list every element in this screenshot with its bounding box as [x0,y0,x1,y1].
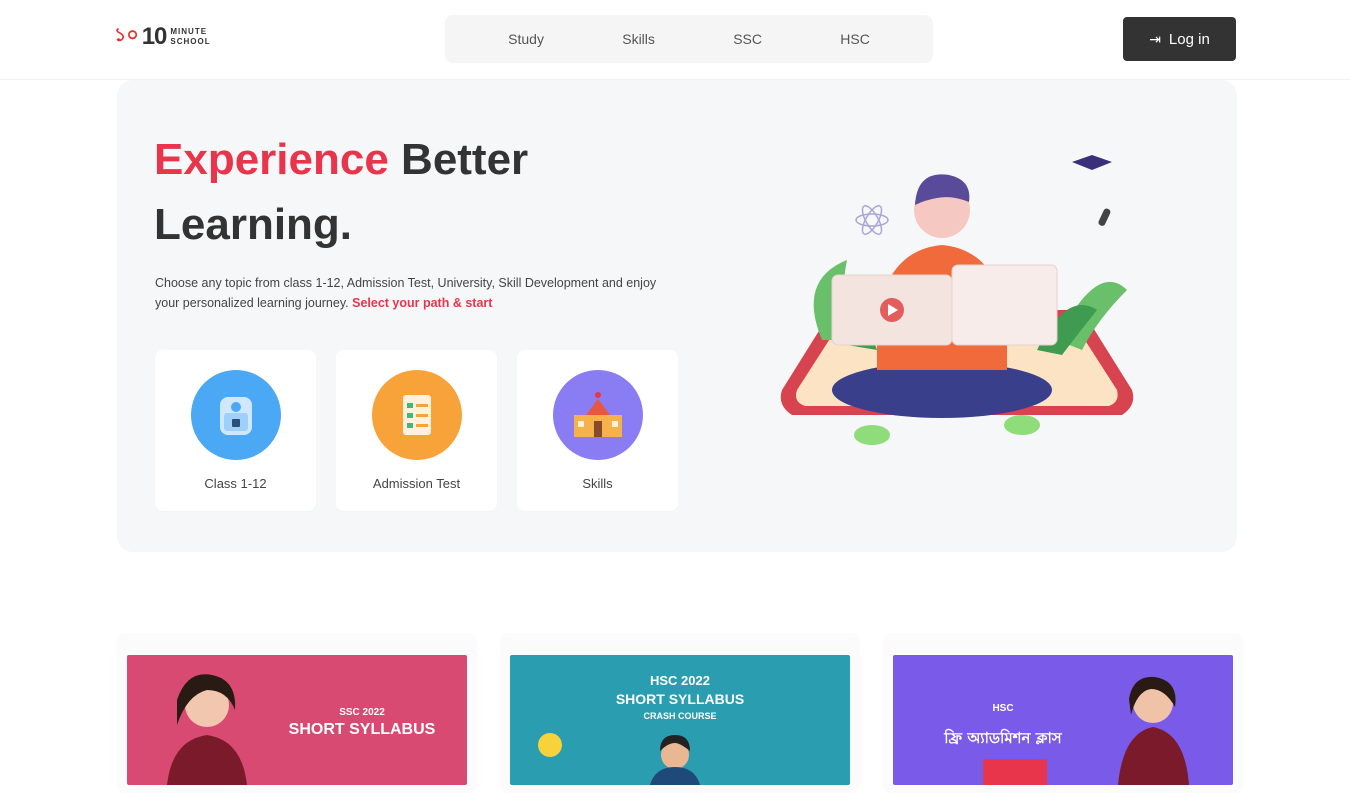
nav-hsc[interactable]: HSC [840,31,870,47]
course-cards: SSC 2022 SHORT SYLLABUS HSC 2022 SHORT S… [117,633,1243,793]
category-card-admission[interactable]: Admission Test [336,350,497,511]
category-cards: Class 1-12 Admission Test Skills [155,350,678,511]
logo-word-minute: MINUTE [170,27,208,36]
course-banner: HSC ফ্রি অ্যাডমিশন ক্লাস [893,655,1233,785]
course-card-hsc[interactable]: HSC 2022 SHORT SYLLABUS CRASH COURSE [500,633,860,793]
login-button[interactable]: ⇥ Log in [1123,17,1236,61]
logo-number: 10 [141,23,168,50]
hero-section: Experience Better Learning. Choose any t… [117,80,1237,552]
course-card-ssc[interactable]: SSC 2022 SHORT SYLLABUS [117,633,477,793]
category-card-skills[interactable]: Skills [517,350,678,511]
category-card-class[interactable]: Class 1-12 [155,350,316,511]
instructor-photo [983,676,1189,785]
university-building-icon [552,370,643,460]
nav-study[interactable]: Study [508,31,544,47]
nav-skills[interactable]: Skills [622,31,655,47]
hero-title-accent: Experience [154,135,389,184]
logo[interactable]: ১০ 10 MINUTE SCHOOL [114,20,259,54]
course-card-admission[interactable]: HSC ফ্রি অ্যাডমিশন ক্লাস [883,633,1243,793]
course-tag: SSC 2022 [339,707,385,718]
course-banner: SSC 2022 SHORT SYLLABUS [127,655,467,785]
instructor-photo [538,733,700,785]
hero-cta-link[interactable]: Select your path & start [352,296,492,310]
nav-ssc[interactable]: SSC [733,31,762,47]
login-icon: ⇥ [1149,30,1161,47]
hero-title: Experience Better Learning. [154,127,654,257]
login-label: Log in [1168,30,1210,48]
category-label-skills: Skills [582,476,613,491]
hero-description: Choose any topic from class 1-12, Admiss… [155,273,675,313]
school-bag-icon [190,370,281,460]
checklist-icon [371,370,462,460]
site-header: ১০ 10 MINUTE SCHOOL Study Skills SSC HSC… [0,0,1350,80]
category-label-admission: Admission Test [372,476,461,491]
main-nav: Study Skills SSC HSC [445,15,933,63]
course-title: SHORT SYLLABUS [288,721,436,738]
logo-word-school: SCHOOL [170,37,211,46]
logo-mark: ১০ [114,24,139,46]
instructor-photo [167,674,247,785]
course-banner: HSC 2022 SHORT SYLLABUS CRASH COURSE [510,655,850,785]
hero-illustration [780,155,1134,445]
category-label-class: Class 1-12 [204,476,267,491]
